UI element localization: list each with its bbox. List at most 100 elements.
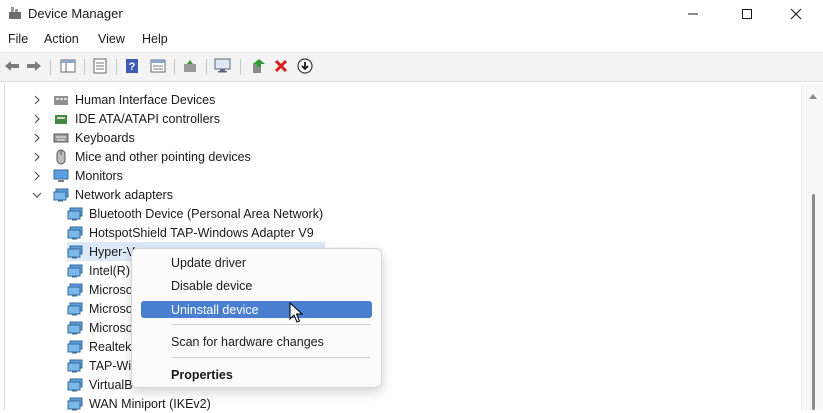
maximize-button[interactable] <box>724 0 770 28</box>
tree-item-label: VirtualB <box>89 377 133 392</box>
tree-item-network-adapter[interactable]: Microso <box>67 318 133 337</box>
chevron-right-icon[interactable] <box>31 94 43 106</box>
menu-item-properties[interactable]: Properties <box>141 366 372 383</box>
vertical-scrollbar[interactable] <box>801 84 823 410</box>
tree-item-label: Bluetooth Device (Personal Area Network) <box>89 206 324 221</box>
network-adapter-icon <box>67 396 83 412</box>
properties-button[interactable] <box>90 57 110 77</box>
disable-device-button[interactable] <box>295 57 315 77</box>
chevron-down-icon[interactable] <box>31 189 43 201</box>
tree-item-label: Hyper-V <box>89 244 135 259</box>
tree-item-network-adapter[interactable]: Intel(R) <box>67 261 130 280</box>
keyboard-icon <box>53 130 69 146</box>
tree-category-label: Network adapters <box>75 187 173 202</box>
menu-item-disable-device[interactable]: Disable device <box>141 277 372 294</box>
tree-item-label: HotspotShield TAP-Windows Adapter V9 <box>89 225 314 240</box>
network-adapter-icon <box>67 263 83 279</box>
console-tree-button[interactable] <box>58 57 78 77</box>
tree-item-network-adapter[interactable]: TAP-Wi <box>67 356 131 375</box>
tree-item-label: Realtek <box>89 339 132 354</box>
tree-item-network-adapter[interactable]: VirtualB <box>67 375 133 394</box>
device-tree: Human Interface Devices IDE ATA/ATAPI co… <box>4 84 802 413</box>
chevron-right-icon[interactable] <box>31 132 43 144</box>
tree-item-network-adapter[interactable]: Microso <box>67 299 133 318</box>
tree-category-mice[interactable]: Mice and other pointing devices <box>31 147 251 166</box>
device-manager-icon <box>8 6 22 20</box>
menu-separator <box>172 357 370 358</box>
menu-action[interactable]: Action <box>44 32 79 46</box>
menu-bar: File Action View Help <box>0 28 823 52</box>
enable-device-icon <box>250 58 266 77</box>
properties-icon <box>93 58 107 77</box>
network-adapter-icon <box>67 301 83 317</box>
tree-category-label: Human Interface Devices <box>75 92 216 107</box>
tree-item-network-adapter[interactable]: Realtek <box>67 337 131 356</box>
tree-category-keyboards[interactable]: Keyboards <box>31 128 135 147</box>
scan-hardware-button[interactable] <box>213 57 233 77</box>
network-adapter-icon <box>67 339 83 355</box>
hid-icon <box>53 92 69 108</box>
tree-category-monitors[interactable]: Monitors <box>31 166 123 185</box>
menu-separator <box>172 324 370 325</box>
tree-category-label: IDE ATA/ATAPI controllers <box>75 111 220 126</box>
network-adapter-icon <box>67 244 83 260</box>
tree-category-hid[interactable]: Human Interface Devices <box>31 90 215 109</box>
tree-category-label: Keyboards <box>75 130 135 145</box>
view-icon <box>150 59 166 76</box>
tree-category-network-adapters[interactable]: Network adapters <box>31 185 173 204</box>
scroll-up-icon[interactable] <box>809 88 817 99</box>
menu-file[interactable]: File <box>8 32 28 46</box>
menu-help[interactable]: Help <box>142 32 168 46</box>
network-adapter-icon <box>67 358 83 374</box>
tree-category-ide[interactable]: IDE ATA/ATAPI controllers <box>31 109 220 128</box>
toolbar: ? <box>0 52 823 82</box>
tree-item-label: Microso <box>89 282 133 297</box>
forward-button[interactable] <box>24 57 44 77</box>
tree-item-label: Intel(R) <box>89 263 130 278</box>
tree-item-label: WAN Miniport (IKEv2) <box>89 396 211 411</box>
uninstall-icon <box>274 59 288 76</box>
network-adapter-icon <box>67 320 83 336</box>
uninstall-device-button[interactable] <box>271 57 291 77</box>
back-button[interactable] <box>2 57 22 77</box>
maximize-icon <box>741 8 753 20</box>
update-driver-icon <box>182 58 198 77</box>
minimize-icon <box>687 8 699 20</box>
scroll-thumb[interactable] <box>812 194 815 410</box>
close-button[interactable] <box>773 0 819 28</box>
chevron-right-icon[interactable] <box>31 151 43 163</box>
download-icon <box>297 57 313 77</box>
tree-category-label: Mice and other pointing devices <box>75 149 251 164</box>
mouse-icon <box>53 149 69 165</box>
forward-arrow-icon <box>26 59 42 76</box>
tree-item-network-adapter[interactable]: HotspotShield TAP-Windows Adapter V9 <box>67 223 314 242</box>
scan-hardware-icon <box>214 58 232 77</box>
view-button[interactable] <box>148 57 168 77</box>
menu-item-uninstall-device[interactable]: Uninstall device <box>141 301 372 318</box>
mouse-cursor-icon <box>289 301 304 324</box>
close-icon <box>790 8 802 20</box>
network-adapter-icon <box>53 187 69 203</box>
tree-item-network-adapter[interactable]: WAN Miniport (IKEv2) <box>67 394 211 413</box>
console-tree-icon <box>60 59 76 76</box>
menu-item-update-driver[interactable]: Update driver <box>141 254 372 271</box>
chevron-right-icon[interactable] <box>31 113 43 125</box>
tree-category-label: Monitors <box>75 168 123 183</box>
tree-item-network-adapter[interactable]: Bluetooth Device (Personal Area Network) <box>67 204 323 223</box>
svg-text:?: ? <box>129 61 136 73</box>
monitor-icon <box>53 168 69 184</box>
ide-controller-icon <box>53 111 69 127</box>
network-adapter-icon <box>67 377 83 393</box>
chevron-right-icon[interactable] <box>31 170 43 182</box>
tree-item-network-adapter[interactable]: Microso <box>67 280 133 299</box>
window-title: Device Manager <box>28 6 123 21</box>
network-adapter-icon <box>67 225 83 241</box>
help-button[interactable]: ? <box>122 57 142 77</box>
menu-view[interactable]: View <box>98 32 125 46</box>
update-driver-button[interactable] <box>180 57 200 77</box>
menu-item-scan-hardware[interactable]: Scan for hardware changes <box>141 333 372 350</box>
tree-item-label: Microso <box>89 301 133 316</box>
context-menu: Update driver Disable device Uninstall d… <box>131 248 382 388</box>
enable-device-button[interactable] <box>248 57 268 77</box>
minimize-button[interactable] <box>670 0 716 28</box>
